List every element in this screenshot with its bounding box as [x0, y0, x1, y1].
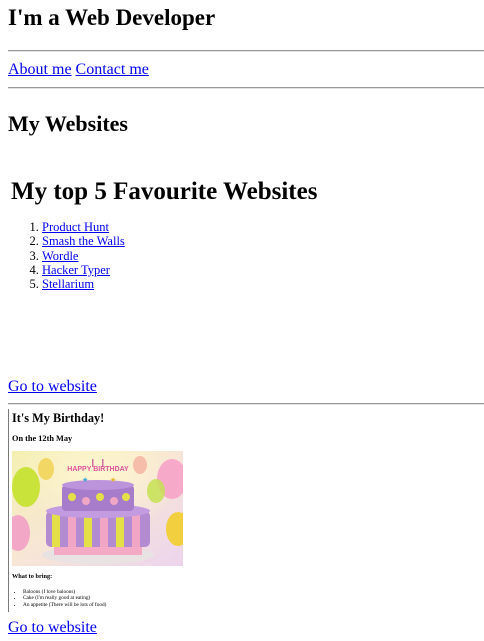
go-to-website-link[interactable]: Go to website: [8, 619, 97, 637]
list-item: An appetite (There will be lots of food): [23, 602, 106, 608]
birthday-cake-image: HAPPY BIRTHDAY ★ ★: [12, 451, 183, 566]
svg-text:★: ★: [82, 476, 88, 484]
favourite-link[interactable]: Stellarium: [42, 277, 94, 291]
list-item: Smash the Walls: [42, 234, 125, 248]
divider: [8, 50, 484, 52]
favourite-link[interactable]: Wordle: [42, 249, 78, 263]
page-title: I'm a Web Developer: [8, 5, 216, 30]
bring-label: What to bring:: [12, 573, 53, 580]
nav-bar: About me Contact me: [8, 61, 149, 79]
list-item: Stellarium: [42, 277, 125, 291]
cake-topper-text: HAPPY BIRTHDAY: [67, 466, 129, 473]
birthday-title: It's My Birthday!: [12, 411, 105, 425]
favourites-list: Product Hunt Smash the Walls Wordle Hack…: [9, 220, 125, 291]
divider: [8, 87, 484, 89]
birthday-preview: It's My Birthday! On the 12th May HAPPY …: [8, 409, 188, 612]
go-to-website-link[interactable]: Go to website: [8, 378, 97, 396]
svg-text:★: ★: [110, 476, 116, 484]
birthday-date: On the 12th May: [12, 434, 73, 443]
list-item: Wordle: [42, 249, 125, 263]
section-heading-websites: My Websites: [8, 111, 128, 136]
divider: [8, 403, 484, 405]
favourite-link[interactable]: Product Hunt: [42, 220, 109, 234]
nav-link-contact[interactable]: Contact me: [76, 61, 149, 78]
list-item: Hacker Typer: [42, 263, 125, 277]
favourites-heading: My top 5 Favourite Websites: [11, 178, 318, 205]
favourite-link[interactable]: Hacker Typer: [42, 263, 110, 277]
favourite-link[interactable]: Smash the Walls: [42, 234, 125, 248]
bring-list: Baloons (I love baloons) Cake (I'm reall…: [12, 589, 106, 608]
nav-link-about[interactable]: About me: [8, 61, 72, 78]
list-item: Product Hunt: [42, 220, 125, 234]
